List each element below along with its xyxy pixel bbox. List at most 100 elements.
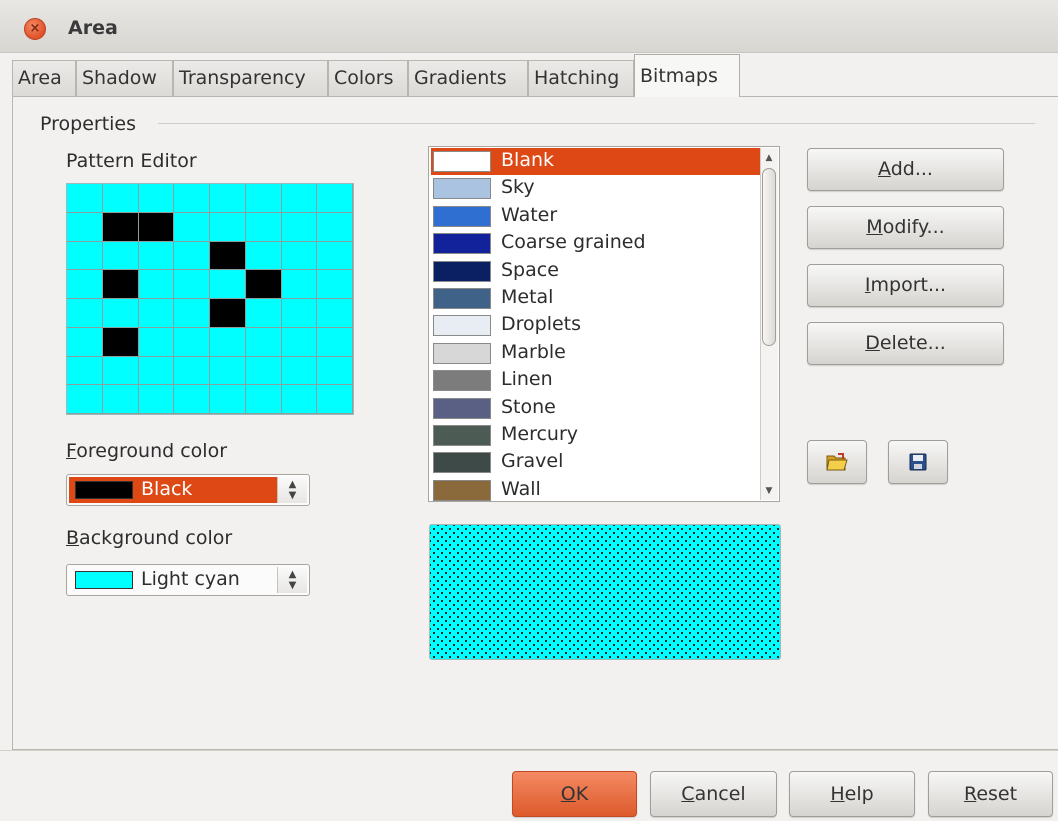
- foreground-color-select[interactable]: Black ▲ ▼: [66, 474, 310, 506]
- pattern-cell[interactable]: [210, 299, 246, 328]
- save-bitmap-list-button[interactable]: [888, 440, 948, 484]
- pattern-cell[interactable]: [210, 270, 246, 299]
- tab-shadow[interactable]: Shadow: [76, 60, 173, 96]
- pattern-editor-grid[interactable]: [66, 183, 354, 415]
- pattern-cell[interactable]: [67, 299, 103, 328]
- pattern-cell[interactable]: [174, 241, 210, 271]
- background-color-spinner[interactable]: ▲ ▼: [277, 567, 307, 593]
- pattern-cell[interactable]: [245, 356, 282, 386]
- pattern-cell[interactable]: [210, 327, 246, 357]
- bitmap-list-item[interactable]: Metal: [431, 285, 761, 312]
- scroll-down-icon[interactable]: ▼: [762, 483, 776, 499]
- pattern-cell[interactable]: [317, 270, 353, 299]
- bitmap-list-item[interactable]: Coarse grained: [431, 230, 761, 257]
- pattern-cell[interactable]: [210, 385, 246, 414]
- pattern-cell[interactable]: [281, 212, 318, 242]
- tab-gradients[interactable]: Gradients: [408, 60, 528, 96]
- pattern-cell[interactable]: [138, 299, 175, 328]
- pattern-cell[interactable]: [317, 299, 353, 328]
- pattern-cell[interactable]: [174, 356, 210, 386]
- pattern-cell[interactable]: [138, 212, 175, 242]
- pattern-cell[interactable]: [281, 385, 318, 414]
- pattern-cell[interactable]: [245, 270, 282, 299]
- load-bitmap-list-button[interactable]: [807, 440, 867, 484]
- cancel-button[interactable]: Cancel: [650, 771, 777, 817]
- pattern-cell[interactable]: [281, 299, 318, 328]
- import-button[interactable]: Import...: [807, 264, 1004, 307]
- delete-button[interactable]: Delete...: [807, 322, 1004, 365]
- pattern-cell[interactable]: [210, 184, 246, 213]
- bitmap-list-item[interactable]: Mercury: [431, 422, 761, 449]
- ok-button[interactable]: OK: [512, 771, 637, 817]
- foreground-color-spinner[interactable]: ▲ ▼: [277, 477, 307, 503]
- pattern-cell[interactable]: [210, 241, 246, 271]
- pattern-cell[interactable]: [281, 241, 318, 271]
- background-color-select[interactable]: Light cyan ▲ ▼: [66, 564, 310, 596]
- pattern-cell[interactable]: [174, 327, 210, 357]
- pattern-cell[interactable]: [102, 184, 139, 213]
- pattern-cell[interactable]: [102, 356, 139, 386]
- pattern-cell[interactable]: [102, 212, 139, 242]
- bitmap-list-item[interactable]: Droplets: [431, 312, 761, 339]
- pattern-cell[interactable]: [138, 327, 175, 357]
- pattern-cell[interactable]: [174, 299, 210, 328]
- pattern-cell[interactable]: [138, 241, 175, 271]
- pattern-cell[interactable]: [317, 241, 353, 271]
- bitmap-list-item[interactable]: Gravel: [431, 449, 761, 476]
- pattern-cell[interactable]: [281, 184, 318, 213]
- pattern-cell[interactable]: [102, 270, 139, 299]
- pattern-cell[interactable]: [67, 327, 103, 357]
- pattern-cell[interactable]: [102, 299, 139, 328]
- pattern-cell[interactable]: [102, 385, 139, 414]
- tab-colors[interactable]: Colors: [328, 60, 408, 96]
- pattern-cell[interactable]: [281, 327, 318, 357]
- reset-button[interactable]: Reset: [928, 771, 1053, 817]
- pattern-cell[interactable]: [67, 356, 103, 386]
- pattern-cell[interactable]: [138, 270, 175, 299]
- bitmap-list-item[interactable]: Wall: [431, 477, 761, 501]
- pattern-cell[interactable]: [210, 356, 246, 386]
- pattern-cell[interactable]: [210, 212, 246, 242]
- pattern-cell[interactable]: [245, 184, 282, 213]
- pattern-cell[interactable]: [102, 327, 139, 357]
- pattern-cell[interactable]: [281, 270, 318, 299]
- pattern-cell[interactable]: [67, 212, 103, 242]
- tab-bitmaps[interactable]: Bitmaps: [634, 54, 740, 97]
- bitmap-list[interactable]: Blank Sky Water Coarse grained Space Metal Dro…: [428, 146, 780, 502]
- pattern-cell[interactable]: [67, 184, 103, 213]
- bitmap-list-item[interactable]: Space: [431, 258, 761, 285]
- bitmap-list-item[interactable]: Blank: [431, 148, 761, 175]
- pattern-cell[interactable]: [138, 356, 175, 386]
- pattern-cell[interactable]: [67, 241, 103, 271]
- scroll-up-icon[interactable]: ▲: [762, 150, 776, 166]
- pattern-cell[interactable]: [174, 385, 210, 414]
- modify-button[interactable]: Modify...: [807, 206, 1004, 249]
- close-window-button[interactable]: ×: [24, 18, 46, 40]
- bitmap-list-item[interactable]: Marble: [431, 340, 761, 367]
- tab-hatching[interactable]: Hatching: [528, 60, 634, 96]
- pattern-cell[interactable]: [317, 212, 353, 242]
- bitmap-list-item[interactable]: Sky: [431, 175, 761, 202]
- bitmap-list-item[interactable]: Water: [431, 203, 761, 230]
- pattern-cell[interactable]: [174, 212, 210, 242]
- pattern-cell[interactable]: [245, 241, 282, 271]
- pattern-cell[interactable]: [317, 356, 353, 386]
- tab-transparency[interactable]: Transparency: [173, 60, 328, 96]
- pattern-cell[interactable]: [317, 385, 353, 414]
- add-button[interactable]: Add...: [807, 148, 1004, 191]
- pattern-cell[interactable]: [138, 385, 175, 414]
- pattern-cell[interactable]: [317, 327, 353, 357]
- pattern-cell[interactable]: [245, 327, 282, 357]
- pattern-cell[interactable]: [245, 299, 282, 328]
- pattern-cell[interactable]: [245, 212, 282, 242]
- bitmap-list-scroll-thumb[interactable]: [762, 168, 776, 346]
- bitmap-list-item[interactable]: Stone: [431, 395, 761, 422]
- tab-area[interactable]: Area: [12, 60, 76, 96]
- pattern-cell[interactable]: [138, 184, 175, 213]
- pattern-cell[interactable]: [102, 241, 139, 271]
- pattern-cell[interactable]: [245, 385, 282, 414]
- help-button[interactable]: Help: [789, 771, 915, 817]
- pattern-cell[interactable]: [174, 270, 210, 299]
- pattern-cell[interactable]: [281, 356, 318, 386]
- pattern-cell[interactable]: [174, 184, 210, 213]
